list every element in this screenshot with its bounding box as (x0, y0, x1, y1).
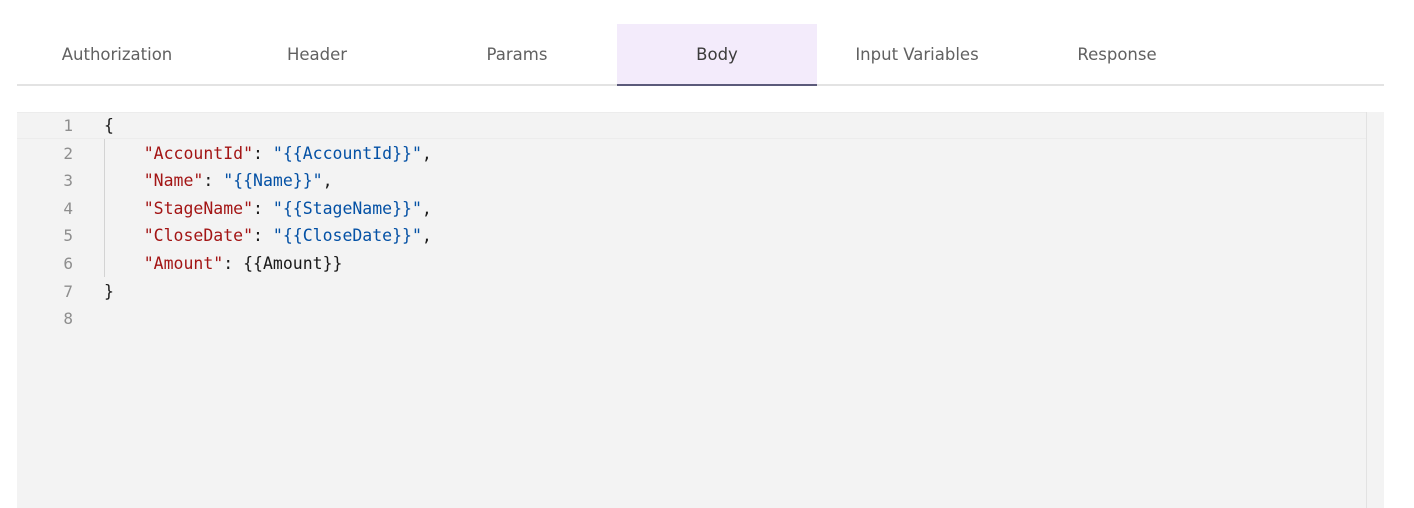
code-line: } (104, 278, 432, 306)
code-line: "Name": "{{Name}}", (104, 167, 432, 195)
line-number: 7 (63, 281, 73, 301)
json-value: "{{CloseDate}}" (272, 226, 422, 246)
json-separator: : (253, 143, 273, 163)
close-brace: } (104, 281, 114, 301)
json-comma: , (421, 198, 432, 218)
vertical-scrollbar[interactable] (1366, 112, 1384, 508)
line-number: 8 (63, 309, 73, 329)
json-value: "{{StageName}}" (272, 198, 422, 218)
tab-response[interactable]: Response (1017, 24, 1217, 84)
json-value: "{{AccountId}}" (272, 143, 422, 163)
tab-body[interactable]: Body (617, 24, 817, 86)
code-line: "AccountId": "{{AccountId}}", (104, 140, 432, 168)
json-value: {{Amount}} (243, 253, 343, 273)
code-line: "Amount": {{Amount}} (104, 250, 432, 278)
code-line: "CloseDate": "{{CloseDate}}", (104, 222, 432, 250)
tab-authorization[interactable]: Authorization (17, 24, 217, 84)
json-separator: : (223, 253, 244, 273)
line-number: 3 (63, 171, 73, 191)
json-key: "AccountId" (143, 143, 254, 163)
json-comma: , (322, 171, 333, 191)
json-comma: , (421, 143, 432, 163)
json-value: "{{Name}}" (223, 171, 323, 191)
line-number: 5 (63, 226, 73, 246)
json-key: "Name" (143, 171, 204, 191)
open-brace: { (104, 116, 114, 135)
code-line: { (104, 112, 432, 140)
tab-params[interactable]: Params (417, 24, 617, 84)
line-number: 2 (63, 143, 73, 163)
code-editor[interactable]: 1 2 3 4 5 6 7 8 { "AccountId": "{{Accoun… (17, 112, 1384, 508)
json-key: "CloseDate" (143, 226, 254, 246)
line-number: 1 (63, 116, 73, 135)
line-number: 4 (63, 198, 73, 218)
json-separator: : (203, 171, 224, 191)
code-content[interactable]: { "AccountId": "{{AccountId}}", "Name": … (104, 112, 432, 333)
tab-header[interactable]: Header (217, 24, 417, 84)
tab-bar: Authorization Header Params Body Input V… (17, 24, 1384, 86)
json-separator: : (253, 198, 273, 218)
tab-input-variables[interactable]: Input Variables (817, 24, 1017, 84)
line-number: 6 (63, 253, 73, 273)
json-separator: : (253, 226, 273, 246)
json-key: "Amount" (143, 253, 224, 273)
json-key: "StageName" (143, 198, 254, 218)
line-number-gutter: 1 2 3 4 5 6 7 8 (17, 112, 87, 333)
json-comma: , (421, 226, 432, 246)
code-line: "StageName": "{{StageName}}", (104, 195, 432, 223)
